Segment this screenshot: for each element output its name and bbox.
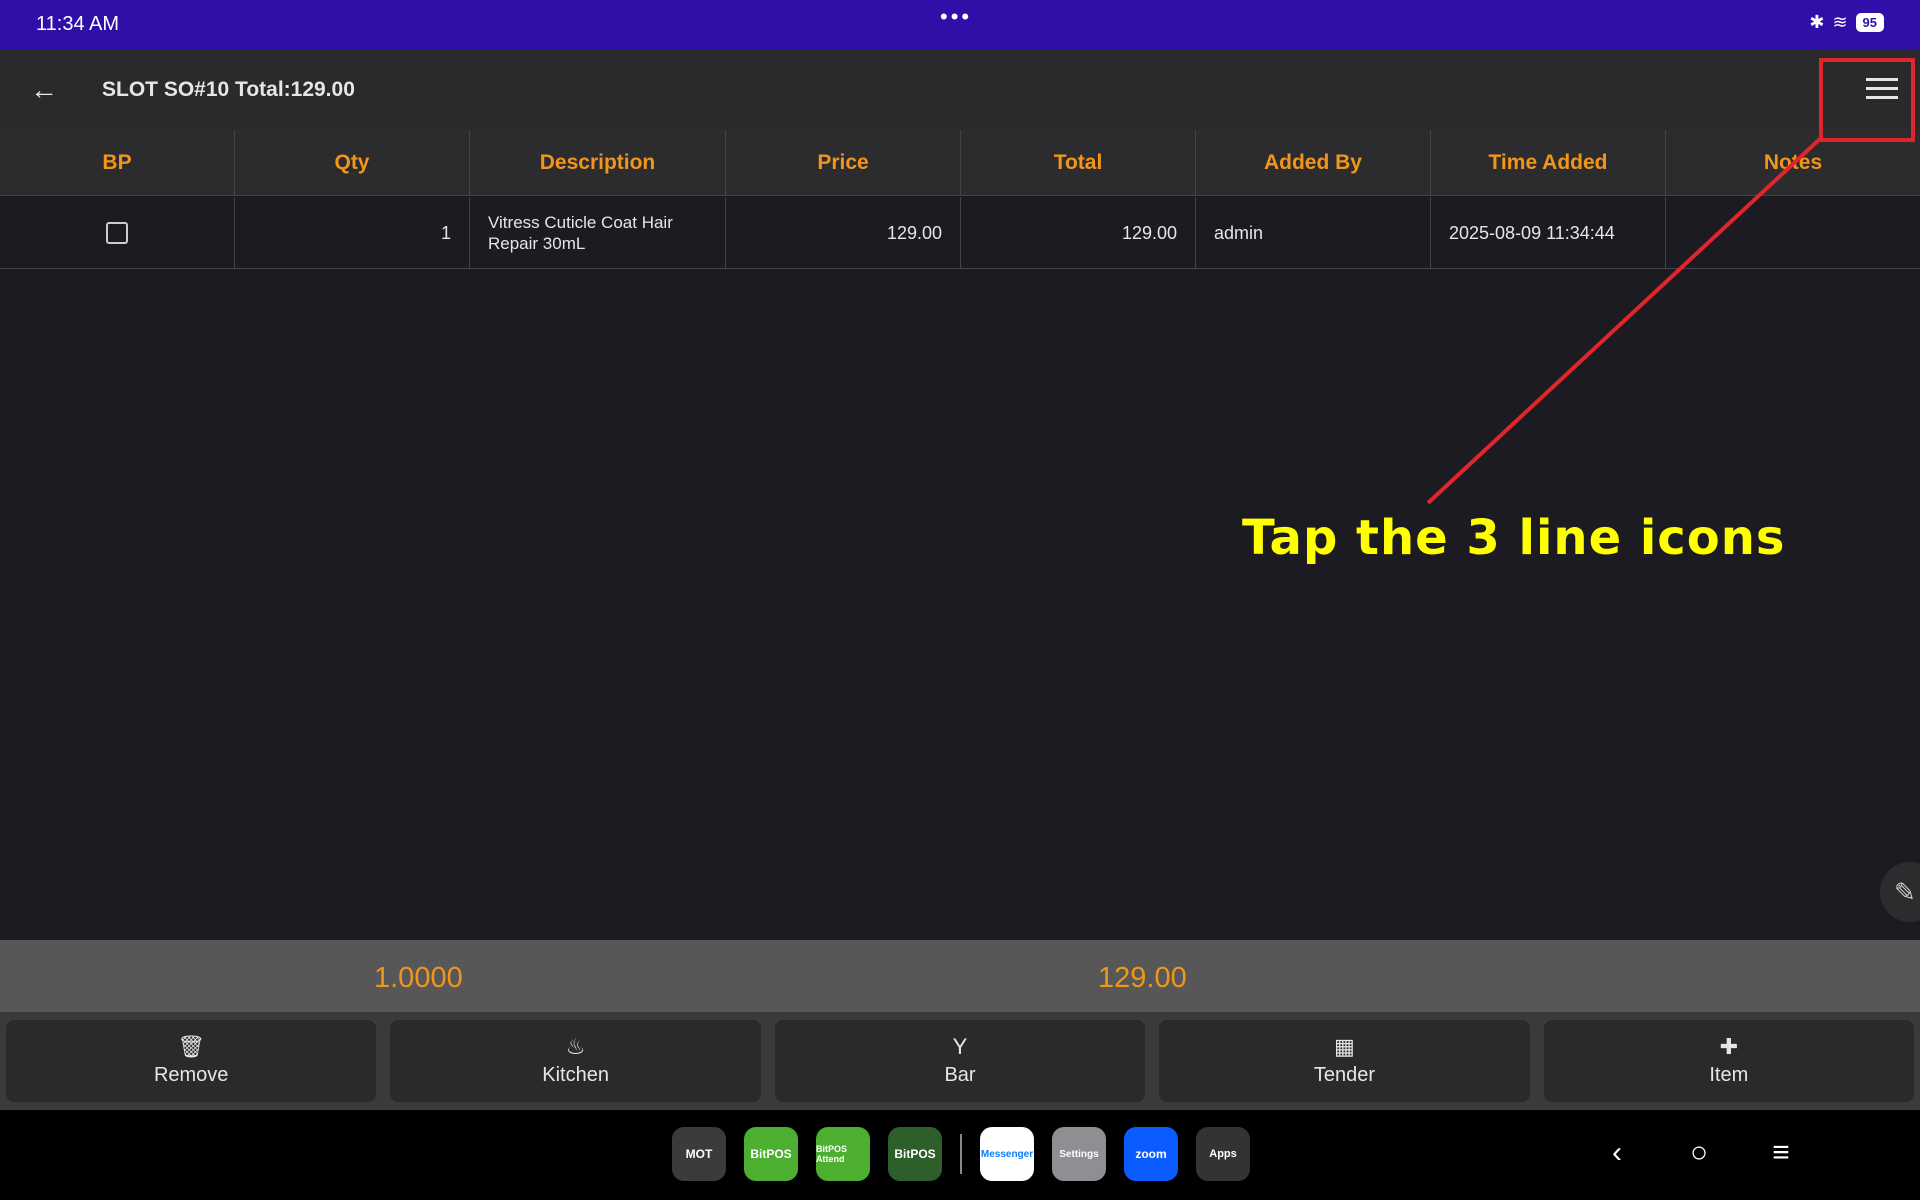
summary-qty: 1.0000: [374, 962, 463, 994]
remove-label: Remove: [153, 1064, 229, 1086]
wifi-icon: ≋: [1832, 12, 1848, 32]
col-header-time-added[interactable]: Time Added: [1431, 130, 1666, 196]
col-header-total[interactable]: Total: [961, 130, 1196, 196]
cell-notes: [1666, 197, 1920, 269]
nav-home-icon[interactable]: ○: [1682, 1136, 1716, 1170]
summary-bar: 1.0000 129.00: [0, 940, 1920, 1012]
annotation-highlight-box: [1819, 58, 1915, 142]
cell-description: Vitress Cuticle Coat Hair Repair 30mL: [470, 197, 726, 269]
nav-back-icon[interactable]: ‹: [1600, 1136, 1634, 1170]
bp-checkbox[interactable]: [106, 222, 128, 244]
remove-button[interactable]: 🗑 Remove: [6, 1020, 377, 1102]
item-button[interactable]: ✚ Item: [1543, 1020, 1915, 1102]
col-header-added-by[interactable]: Added By: [1196, 130, 1431, 196]
tender-label: Tender: [1313, 1064, 1375, 1086]
plus-icon: ✚: [1719, 1034, 1739, 1059]
app-bar: ← SLOT SO#10 Total:129.00: [0, 50, 1920, 130]
bluetooth-icon: ✱: [1809, 12, 1825, 32]
tender-button[interactable]: ▦ Tender: [1159, 1020, 1530, 1102]
summary-amount: 129.00: [1098, 962, 1187, 994]
settings-app-icon[interactable]: Settings: [1052, 1127, 1106, 1181]
cell-time-added: 2025-08-09 11:34:44: [1431, 197, 1666, 269]
col-header-price[interactable]: Price: [726, 130, 961, 196]
nav-menu-icon[interactable]: ≡: [1764, 1136, 1798, 1170]
mot-app-icon[interactable]: MOT: [672, 1127, 726, 1181]
bar-button[interactable]: Y Bar: [774, 1020, 1146, 1102]
cell-qty: 1: [235, 197, 470, 269]
table-header: BP Qty Description Price Total Added By …: [0, 130, 1920, 196]
messenger-app-icon[interactable]: Messenger: [980, 1127, 1034, 1181]
status-icons: ✱ ≋ 95: [1809, 12, 1884, 33]
battery-icon: 95: [1855, 13, 1884, 32]
item-label: Item: [1709, 1064, 1749, 1086]
table-row[interactable]: 1 Vitress Cuticle Coat Hair Repair 30mL …: [0, 197, 1920, 269]
action-bar: 🗑 Remove ♨ Kitchen Y Bar ▦ Tender ✚ Item: [0, 1012, 1920, 1110]
page-title: SLOT SO#10 Total:129.00: [102, 78, 355, 101]
kitchen-label: Kitchen: [542, 1064, 609, 1086]
bitpos-app-icon[interactable]: BitPOS: [744, 1127, 798, 1181]
nav-buttons: ‹ ○ ≡: [1600, 1136, 1798, 1170]
kitchen-button[interactable]: ♨ Kitchen: [390, 1020, 761, 1102]
col-header-description[interactable]: Description: [470, 130, 726, 196]
annotation-text: Tap the 3 line icons: [1242, 510, 1786, 566]
zoom-app-icon[interactable]: zoom: [1124, 1127, 1178, 1181]
cell-price: 129.00: [726, 197, 961, 269]
status-bar: 11:34 AM ••• ✱ ≋ 95: [0, 0, 1920, 50]
cell-total: 129.00: [961, 197, 1196, 269]
col-header-bp[interactable]: BP: [0, 130, 235, 196]
back-arrow-icon[interactable]: ←: [26, 72, 62, 108]
cell-bp: [0, 197, 235, 269]
cocktail-icon: Y: [952, 1034, 968, 1059]
kitchen-icon: ♨: [565, 1034, 586, 1059]
system-nav-bar: MOT BitPOS BitPOS Attend BitPOS Messenge…: [0, 1110, 1920, 1200]
dock-divider: [960, 1134, 962, 1174]
bar-label: Bar: [944, 1064, 976, 1086]
status-time: 11:34 AM: [36, 13, 120, 35]
app-drawer-icon[interactable]: Apps: [1196, 1127, 1250, 1181]
trash-icon: 🗑: [177, 1034, 206, 1059]
calculator-icon: ▦: [1334, 1034, 1355, 1059]
bitpos-alt-app-icon[interactable]: BitPOS: [888, 1127, 942, 1181]
bitpos-attend-app-icon[interactable]: BitPOS Attend: [816, 1127, 870, 1181]
cell-added-by: admin: [1196, 197, 1431, 269]
col-header-qty[interactable]: Qty: [235, 130, 470, 196]
more-dots-icon[interactable]: •••: [940, 4, 972, 30]
edit-pencil-icon[interactable]: ✎: [1880, 862, 1920, 922]
app-dock: MOT BitPOS BitPOS Attend BitPOS Messenge…: [672, 1127, 1250, 1181]
